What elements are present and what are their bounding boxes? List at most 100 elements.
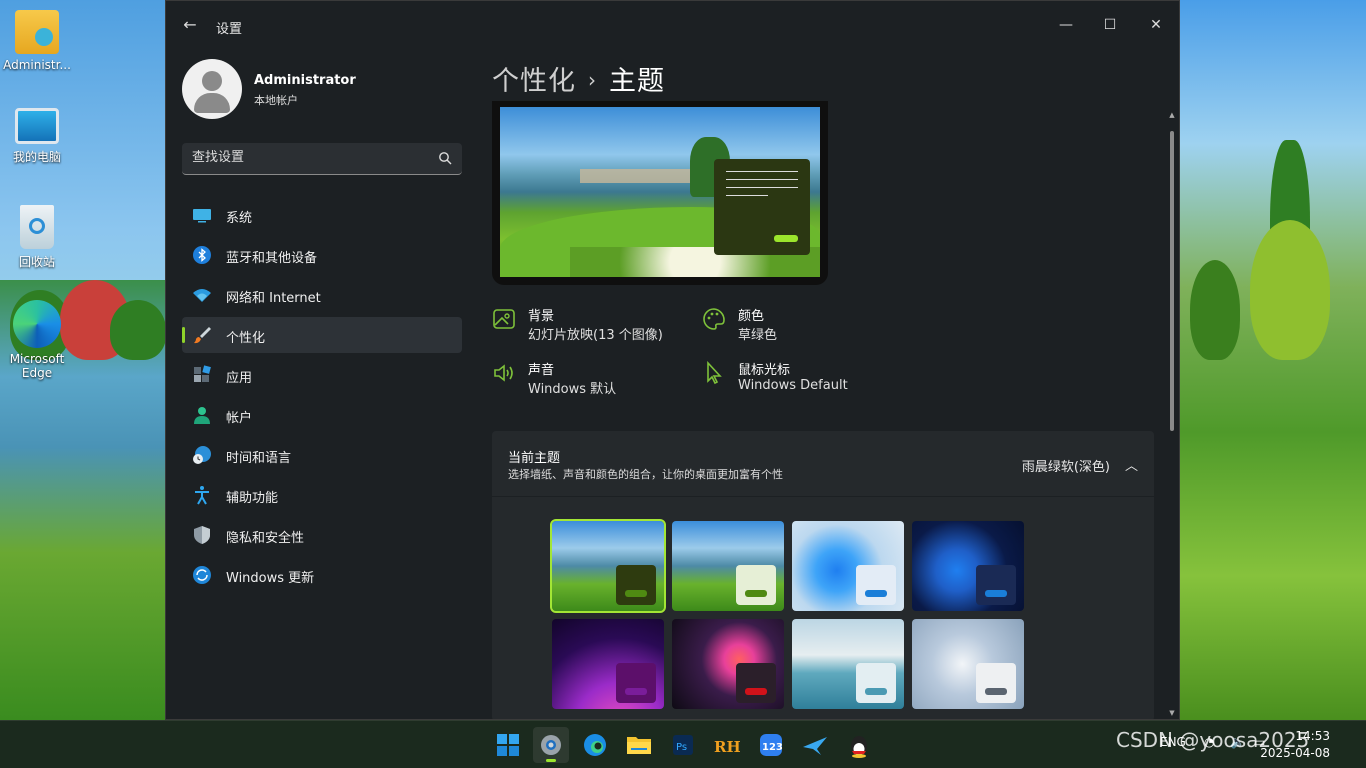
recycle-bin-icon (20, 205, 54, 249)
apps-icon (194, 365, 211, 382)
chevron-up-icon[interactable]: ︿ (1125, 455, 1138, 474)
theme-preview (492, 101, 828, 285)
theme-color-tile (976, 663, 1016, 703)
theme-accent-bar (625, 590, 647, 597)
taskbar-photoshop[interactable]: Ps (665, 727, 701, 763)
theme-thumbnail[interactable] (672, 521, 784, 611)
search-input[interactable] (192, 150, 422, 165)
theme-accent-bar (745, 590, 767, 597)
update-icon (193, 566, 211, 584)
sidebar-item-label: 隐私和安全性 (226, 531, 305, 546)
search-box[interactable] (182, 143, 462, 175)
back-arrow-icon[interactable]: ← (180, 15, 200, 35)
user-folder-icon (15, 10, 59, 54)
sidebar-item-privacy[interactable]: 隐私和安全性 (182, 517, 462, 553)
settings-icon (541, 735, 561, 755)
color-setting[interactable]: 颜色 草绿色 (702, 305, 902, 345)
sidebar-nav: 系统 蓝牙和其他设备 网络和 Internet 个性化 应用 帐户 时间和语言 … (182, 197, 462, 597)
sidebar-item-label: 帐户 (226, 411, 253, 426)
theme-accent-bar (985, 688, 1007, 695)
monitor-icon (15, 108, 59, 144)
desktop-icon-edge[interactable]: Microsoft Edge (0, 300, 74, 380)
start-icon (497, 734, 519, 756)
theme-thumbnail[interactable] (792, 619, 904, 709)
desktop-icon-this-pc[interactable]: 我的电脑 (0, 108, 74, 165)
sidebar-item-accounts[interactable]: 帐户 (182, 397, 462, 433)
background-value: 幻灯片放映(13 个图像) (528, 328, 663, 343)
taskbar-qq[interactable] (841, 727, 877, 763)
palette-icon (703, 308, 725, 330)
sidebar-item-time-language[interactable]: 时间和语言 (182, 437, 462, 473)
background-setting[interactable]: 背景 幻灯片放映(13 个图像) (492, 305, 692, 345)
sound-title: 声音 (528, 363, 555, 378)
sidebar-item-system[interactable]: 系统 (182, 197, 462, 233)
sidebar-item-accessibility[interactable]: 辅助功能 (182, 477, 462, 513)
theme-accent-bar (745, 688, 767, 695)
sidebar-item-bluetooth[interactable]: 蓝牙和其他设备 (182, 237, 462, 273)
sidebar-item-label: 系统 (226, 211, 253, 226)
scrollbar[interactable]: ▲ ▼ (1168, 111, 1176, 717)
taskbar-bird-app[interactable] (797, 727, 833, 763)
photoshop-icon: Ps (673, 735, 693, 755)
taskbar-rh[interactable]: RH (709, 727, 745, 763)
sidebar-item-windows-update[interactable]: Windows 更新 (182, 557, 462, 593)
scroll-thumb[interactable] (1170, 131, 1174, 431)
breadcrumb-parent[interactable]: 个性化 (492, 66, 576, 97)
taskbar-settings[interactable] (533, 727, 569, 763)
taskbar-123[interactable]: 123 (753, 727, 789, 763)
sidebar-item-label: 时间和语言 (226, 451, 292, 466)
theme-thumbnail[interactable] (912, 521, 1024, 611)
theme-color-tile (736, 565, 776, 605)
shield-icon (194, 526, 210, 544)
desktop-icon-administrator[interactable]: Administr... (0, 10, 74, 72)
edge-icon (13, 300, 61, 348)
brush-icon (194, 327, 211, 344)
cursor-title: 鼠标光标 (738, 363, 791, 378)
theme-color-tile (616, 565, 656, 605)
scroll-up-icon[interactable]: ▲ (1168, 111, 1176, 119)
theme-accent-bar (985, 590, 1007, 597)
sidebar-item-apps[interactable]: 应用 (182, 357, 462, 393)
theme-thumbnail[interactable] (912, 619, 1024, 709)
maximize-button[interactable]: ☐ (1087, 9, 1133, 41)
taskbar-file-explorer[interactable] (621, 727, 657, 763)
sidebar-item-personalization[interactable]: 个性化 (182, 317, 462, 353)
sound-setting[interactable]: 声音 Windows 默认 (492, 359, 692, 399)
cursor-value: Windows Default (738, 378, 848, 393)
color-title: 颜色 (738, 309, 765, 324)
main-content: 个性化 › 主题 背景 幻灯片放映(13 个图像) 颜色 草绿色 声音 Wind… (476, 1, 1179, 719)
current-theme-value: 雨晨绿软(深色) (1021, 460, 1110, 475)
current-theme-header[interactable]: 当前主题 选择墙纸、声音和颜色的组合，让你的桌面更加富有个性 雨晨绿软(深色) … (492, 431, 1154, 497)
sidebar-item-network[interactable]: 网络和 Internet (182, 277, 462, 313)
current-theme-title: 当前主题 (508, 451, 561, 466)
theme-thumbnail[interactable] (550, 519, 666, 613)
123-icon: 123 (760, 734, 783, 756)
scroll-down-icon[interactable]: ▼ (1168, 709, 1176, 717)
settings-window: Administrator 本地帐户 系统 蓝牙和其他设备 网络和 Intern… (165, 0, 1180, 720)
picture-icon (493, 309, 515, 329)
theme-color-tile (856, 663, 896, 703)
edge-icon (584, 734, 606, 756)
sidebar-item-label: 应用 (226, 371, 253, 386)
theme-color-tile (616, 663, 656, 703)
desktop-icon-recycle-bin[interactable]: 回收站 (0, 205, 74, 270)
breadcrumb-current: 主题 (609, 66, 665, 97)
sidebar-item-label: 辅助功能 (226, 491, 279, 506)
avatar[interactable] (182, 59, 242, 119)
desktop-icon-label: Microsoft Edge (9, 352, 65, 380)
breadcrumb-separator: › (588, 68, 597, 92)
cursor-setting[interactable]: 鼠标光标 Windows Default (702, 359, 902, 399)
theme-thumbnail[interactable] (792, 521, 904, 611)
titlebar: ← 设置 — ☐ ✕ (166, 1, 1179, 49)
theme-thumbnail[interactable] (552, 619, 664, 709)
close-button[interactable]: ✕ (1133, 9, 1179, 41)
sound-value: Windows 默认 (528, 382, 617, 397)
search-icon[interactable] (438, 151, 452, 165)
minimize-button[interactable]: — (1043, 9, 1089, 41)
watermark: CSDN @yoosa2025 (1116, 728, 1310, 752)
theme-color-tile (736, 663, 776, 703)
desktop-icon-label: 我的电脑 (12, 150, 61, 164)
taskbar-edge[interactable] (577, 727, 613, 763)
theme-thumbnail[interactable] (672, 619, 784, 709)
start-button[interactable] (490, 727, 526, 763)
